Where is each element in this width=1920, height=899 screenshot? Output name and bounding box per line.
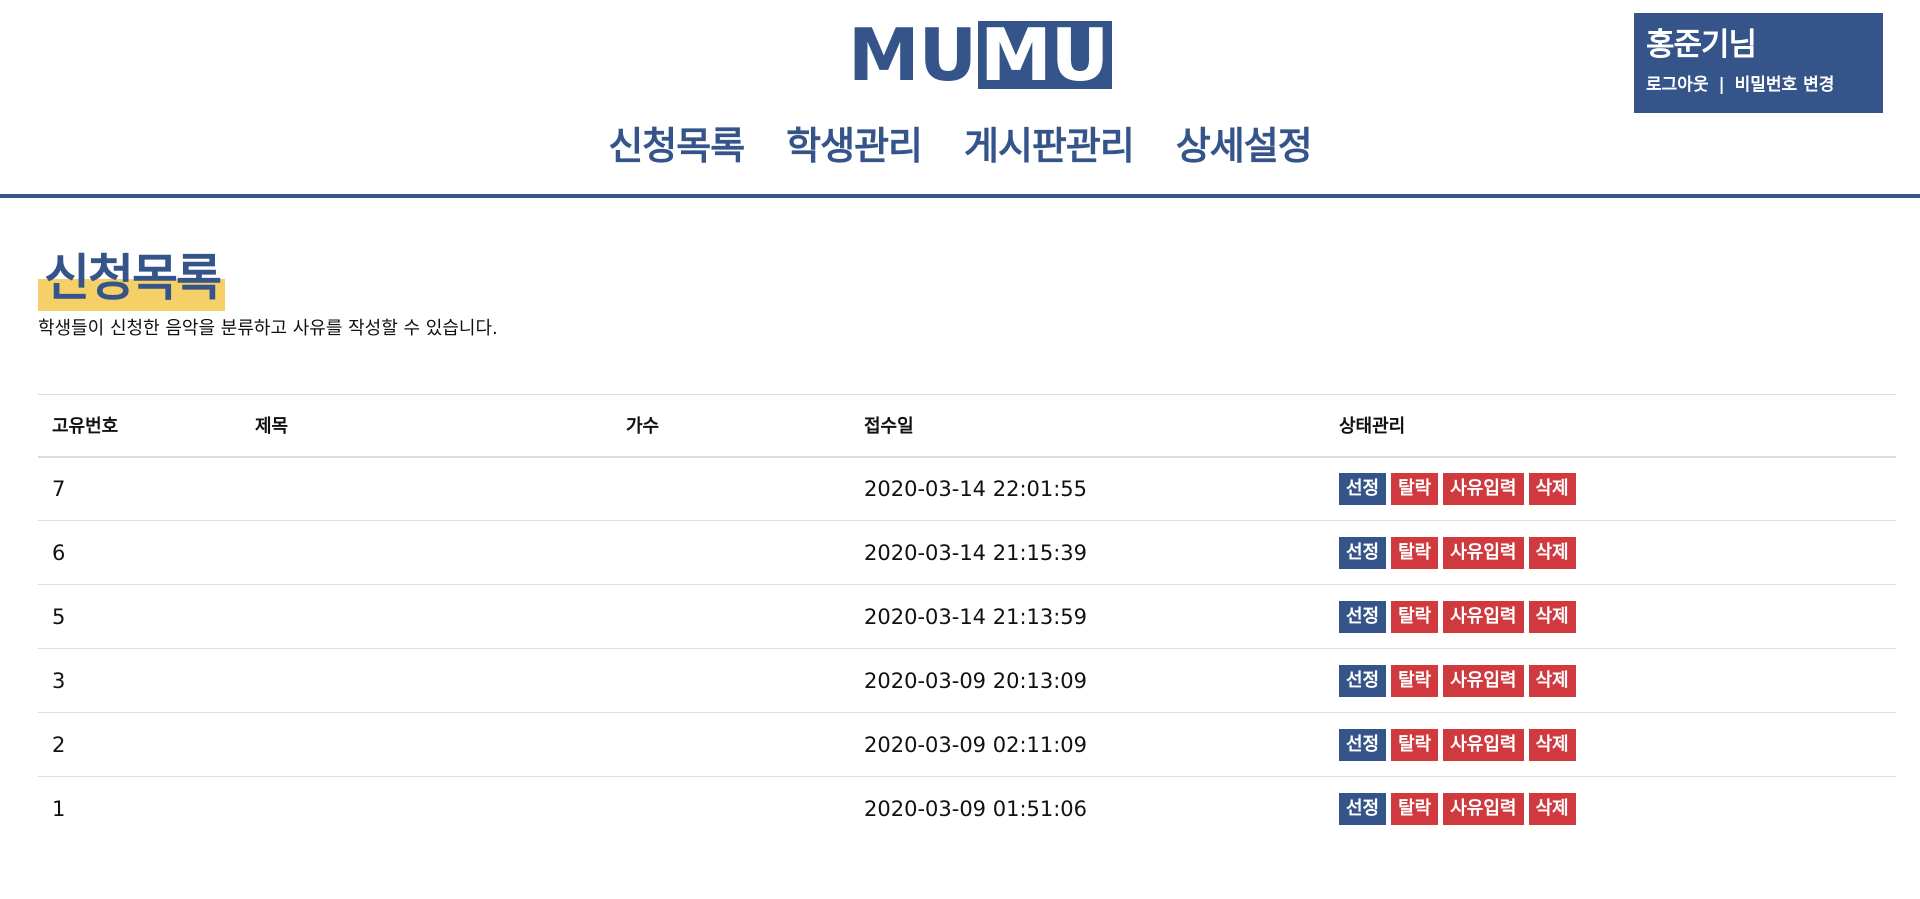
column-header-date: 접수일 <box>850 394 1325 458</box>
delete-button[interactable]: 삭제 <box>1528 536 1576 569</box>
nav-item-students[interactable]: 학생관리 <box>786 118 923 174</box>
cell-singer <box>612 520 850 585</box>
delete-button[interactable]: 삭제 <box>1528 472 1576 505</box>
table-row: 7 2020-03-14 22:01:55 선정 탈락 사유입력 삭제 <box>38 456 1896 521</box>
table-row: 3 2020-03-09 20:13:09 선정 탈락 사유입력 삭제 <box>38 648 1896 713</box>
reason-button[interactable]: 사유입력 <box>1443 600 1524 633</box>
table-row: 2 2020-03-09 02:11:09 선정 탈락 사유입력 삭제 <box>38 712 1896 777</box>
cell-title <box>241 520 612 585</box>
cell-actions: 선정 탈락 사유입력 삭제 <box>1325 648 1896 713</box>
drop-button[interactable]: 탈락 <box>1391 536 1439 569</box>
logo-left-text: MU <box>848 13 977 97</box>
cell-id: 7 <box>38 456 241 521</box>
cell-title <box>241 456 612 521</box>
cell-date: 2020-03-14 21:15:39 <box>850 520 1325 585</box>
cell-date: 2020-03-14 21:13:59 <box>850 584 1325 649</box>
table-row: 5 2020-03-14 21:13:59 선정 탈락 사유입력 삭제 <box>38 584 1896 649</box>
logout-link[interactable]: 로그아웃 <box>1646 75 1709 95</box>
user-panel: 홍준기님 로그아웃 | 비밀번호 변경 <box>1634 13 1883 113</box>
cell-actions: 선정 탈락 사유입력 삭제 <box>1325 777 1896 841</box>
select-button[interactable]: 선정 <box>1339 536 1387 569</box>
cell-id: 1 <box>52 796 66 821</box>
drop-button[interactable]: 탈락 <box>1391 472 1439 505</box>
cell-date: 2020-03-09 02:11:09 <box>850 712 1325 777</box>
cell-actions: 선정 탈락 사유입력 삭제 <box>1325 584 1896 649</box>
cell-date: 2020-03-09 20:13:09 <box>850 648 1325 713</box>
reason-button[interactable]: 사유입력 <box>1443 472 1524 505</box>
change-password-link[interactable]: 비밀번호 변경 <box>1735 75 1835 95</box>
main-nav: 신청목록 학생관리 게시판관리 상세설정 <box>0 118 1920 174</box>
reason-button[interactable]: 사유입력 <box>1443 728 1524 761</box>
delete-button[interactable]: 삭제 <box>1528 728 1576 761</box>
cell-title <box>241 777 612 841</box>
cell-date: 2020-03-09 01:51:06 <box>864 796 1088 821</box>
cell-singer <box>612 648 850 713</box>
cell-actions: 선정 탈락 사유입력 삭제 <box>1325 520 1896 585</box>
cell-singer <box>612 456 850 521</box>
drop-button[interactable]: 탈락 <box>1391 728 1439 761</box>
cell-title <box>241 648 612 713</box>
reason-button[interactable]: 사유입력 <box>1443 536 1524 569</box>
cell-actions: 선정 탈락 사유입력 삭제 <box>1325 712 1896 777</box>
cell-actions: 선정 탈락 사유입력 삭제 <box>1325 456 1896 521</box>
table-row: 6 2020-03-14 21:15:39 선정 탈락 사유입력 삭제 <box>38 520 1896 585</box>
applications-table: 고유번호 제목 가수 접수일 상태관리 7 2020-03-14 22:01:5… <box>38 394 1896 841</box>
cell-title <box>241 712 612 777</box>
cell-singer <box>612 584 850 649</box>
user-links: 로그아웃 | 비밀번호 변경 <box>1646 74 1871 96</box>
cell-id: 3 <box>38 648 241 713</box>
cell-id: 5 <box>38 584 241 649</box>
column-header-title: 제목 <box>241 394 612 458</box>
cell-date: 2020-03-14 22:01:55 <box>850 456 1325 521</box>
cell-singer <box>612 712 850 777</box>
nav-item-board[interactable]: 게시판관리 <box>964 118 1135 174</box>
reason-button[interactable]: 사유입력 <box>1443 792 1524 825</box>
table-row: 1 2020-03-09 01:51:06 선정 탈락 사유입력 삭제 <box>38 777 1896 841</box>
drop-button[interactable]: 탈락 <box>1391 600 1439 633</box>
delete-button[interactable]: 삭제 <box>1528 600 1576 633</box>
user-link-separator: | <box>1718 75 1725 95</box>
column-header-status: 상태관리 <box>1325 394 1896 458</box>
table-header-row: 고유번호 제목 가수 접수일 상태관리 <box>38 394 1896 458</box>
cell-id: 2 <box>38 712 241 777</box>
delete-button[interactable]: 삭제 <box>1528 664 1576 697</box>
select-button[interactable]: 선정 <box>1339 664 1387 697</box>
page-title-block: 신청목록 <box>38 246 225 314</box>
column-header-singer: 가수 <box>612 394 850 458</box>
site-header: MU MU 신청목록 학생관리 게시판관리 상세설정 홍준기님 로그아웃 | 비… <box>0 0 1920 198</box>
cell-title <box>241 584 612 649</box>
mumu-logo[interactable]: MU MU <box>848 13 1113 97</box>
page-title: 신청목록 <box>44 249 222 307</box>
nav-item-settings[interactable]: 상세설정 <box>1176 118 1313 174</box>
drop-button[interactable]: 탈락 <box>1391 664 1439 697</box>
column-header-id: 고유번호 <box>38 394 241 458</box>
select-button[interactable]: 선정 <box>1339 728 1387 761</box>
logo-right-text: MU <box>978 19 1113 91</box>
cell-singer <box>612 777 850 841</box>
drop-button[interactable]: 탈락 <box>1391 792 1439 825</box>
nav-item-applications[interactable]: 신청목록 <box>608 118 745 174</box>
select-button[interactable]: 선정 <box>1339 600 1387 633</box>
delete-button[interactable]: 삭제 <box>1528 792 1576 825</box>
cell-id: 6 <box>38 520 241 585</box>
page-description: 학생들이 신청한 음악을 분류하고 사유를 작성할 수 있습니다. <box>38 318 498 339</box>
user-name: 홍준기님 <box>1646 27 1757 63</box>
reason-button[interactable]: 사유입력 <box>1443 664 1524 697</box>
select-button[interactable]: 선정 <box>1339 792 1387 825</box>
select-button[interactable]: 선정 <box>1339 472 1387 505</box>
